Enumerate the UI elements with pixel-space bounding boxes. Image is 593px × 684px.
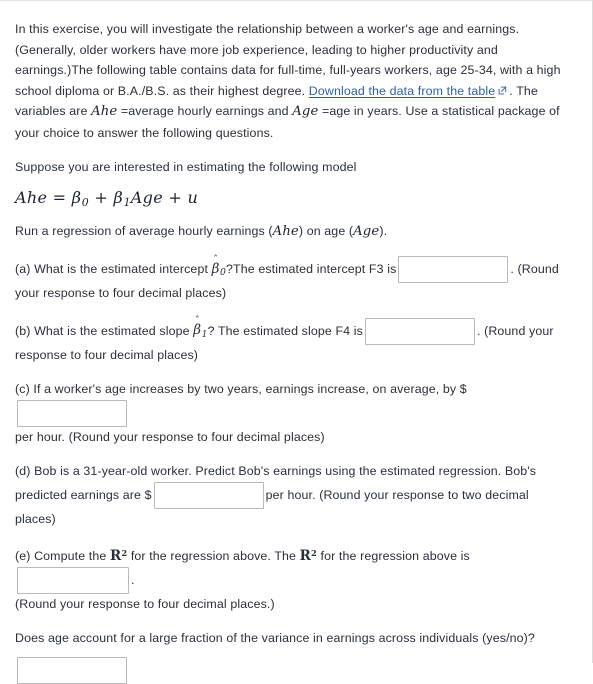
instruction-text-c: ). — [379, 223, 388, 238]
beta1-subscript: 1 — [201, 328, 208, 340]
question-b-after-input: . (Round your — [476, 323, 554, 338]
question-e: (e) Compute the R2 for the regression ab… — [15, 543, 572, 614]
question-c-second-line: per hour. (Round your response to four d… — [15, 429, 325, 444]
equation-beta0: β — [71, 187, 82, 207]
equation-beta0-subscript: 0 — [81, 195, 90, 209]
predicted-earnings-input[interactable] — [153, 481, 264, 509]
instruction-text-b: ) on age ( — [298, 223, 354, 238]
r-squared-symbol: R2 — [110, 548, 127, 564]
question-b: (b) What is the estimated slope ˆ β1? The… — [15, 317, 572, 366]
question-d-text-before: predicted earnings are $ — [15, 487, 152, 502]
question-e-second-line: (Round your response to four decimal pla… — [15, 596, 275, 611]
equation-age: Age — [130, 187, 163, 207]
earnings-increase-input[interactable] — [17, 399, 127, 427]
instruction-text-a: Run a regression of average hourly earni… — [15, 223, 273, 238]
variable-ahe: Ahe — [91, 104, 118, 119]
question-c-text-before: (c) If a worker's age increases by two y… — [15, 382, 467, 397]
question-a-text-before: (a) What is the estimated intercept — [15, 261, 212, 276]
question-e-text-1: (e) Compute the — [15, 549, 110, 564]
beta0-hat-symbol: ˆ β0 — [212, 255, 227, 279]
hat-accent: ˆ — [213, 254, 219, 266]
regression-equation: Ahe = β0 + β1Age + u — [15, 188, 572, 209]
question-b-text-before: (b) What is the estimated slope — [15, 323, 194, 338]
equation-beta1-subscript: 1 — [123, 195, 131, 209]
question-e-text-3: for the regression above is — [316, 549, 470, 564]
variable-age: Age — [292, 104, 319, 119]
question-a-after-input: . (Round — [510, 261, 559, 276]
question-d-line1: (d) Bob is a 31-year-old worker. Predict… — [15, 464, 537, 479]
intercept-input[interactable] — [398, 256, 509, 284]
r-glyph: R — [109, 548, 122, 565]
exercise-content: In this exercise, you will investigate t… — [0, 1, 592, 684]
beta1-hat-symbol: ˆ β1 — [193, 317, 208, 340]
question-b-second-line: response to four decimal places) — [15, 347, 199, 362]
instruction-ahe: Ahe — [272, 223, 299, 239]
question-e-after-input: . — [131, 572, 135, 587]
question-c: (c) If a worker's age increases by two y… — [15, 379, 572, 447]
equation-plus-1: + — [89, 187, 114, 207]
equation-beta1: β — [113, 187, 124, 207]
question-e-text-2: for the regression above. The — [127, 549, 300, 564]
final-question-prompt: Does age account for a large fraction of… — [15, 631, 535, 646]
equation-equals: = — [47, 187, 72, 207]
exercise-page: In this exercise, you will investigate t… — [0, 0, 593, 684]
r-glyph: R — [299, 548, 311, 565]
intro-paragraph: In this exercise, you will investigate t… — [15, 19, 572, 143]
beta0-subscript: 0 — [220, 267, 227, 279]
equation-plus-2: + — [162, 187, 188, 207]
hat-accent: ˆ — [194, 316, 200, 328]
instruction-age: Age — [353, 223, 380, 239]
equation-error-term: u — [187, 187, 199, 207]
download-data-link[interactable]: Download the data from the table — [309, 84, 496, 98]
question-a-text-after: ?The estimated intercept F3 is — [226, 261, 397, 276]
r-squared-input[interactable] — [17, 566, 129, 594]
external-link-icon — [498, 86, 507, 95]
r-squared-symbol-2: R2 — [300, 548, 317, 564]
slope-input[interactable] — [364, 317, 475, 345]
question-b-text-after: ? The estimated slope F4 is — [207, 323, 363, 338]
question-a-second-line: your response to four decimal places) — [15, 286, 227, 301]
regression-instruction: Run a regression of average hourly earni… — [15, 221, 572, 243]
yes-no-input[interactable] — [17, 656, 127, 684]
equation-lhs: Ahe — [15, 187, 48, 207]
question-d: (d) Bob is a 31-year-old worker. Predict… — [15, 461, 572, 529]
model-lead-in: Suppose you are interested in estimating… — [15, 160, 357, 174]
intro-text-part3: =average hourly earnings and — [117, 104, 293, 118]
question-a: (a) What is the estimated intercept ˆ β0?… — [15, 255, 572, 304]
